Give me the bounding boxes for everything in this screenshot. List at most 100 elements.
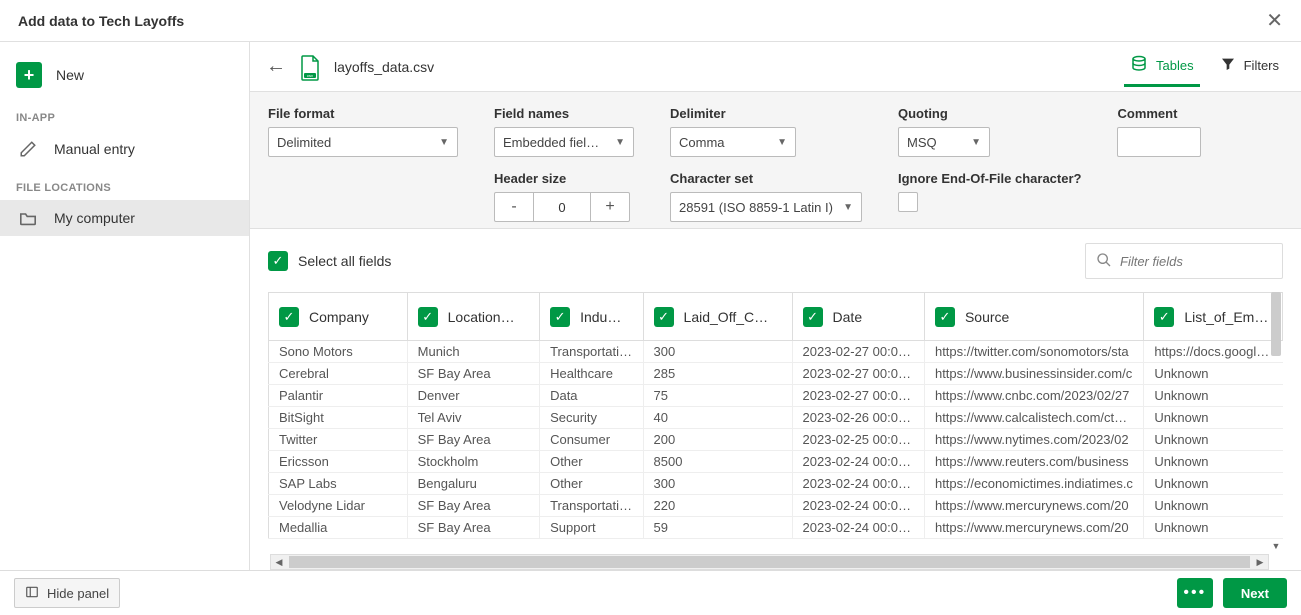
checkbox-checked-icon: ✓ (935, 307, 955, 327)
eof-label: Ignore End-Of-File character? (898, 171, 1081, 186)
table-cell: Unknown (1144, 363, 1283, 385)
table-cell: Unknown (1144, 385, 1283, 407)
chevron-down-icon: ▼ (971, 137, 981, 148)
checkbox-checked-icon: ✓ (654, 307, 674, 327)
table-cell: 300 (643, 473, 792, 495)
filename-label: layoffs_data.csv (334, 59, 434, 75)
table-cell: Unknown (1144, 495, 1283, 517)
svg-text:csv: csv (307, 73, 313, 78)
column-header[interactable]: ✓Date (792, 293, 924, 341)
sidebar-item-label: Manual entry (54, 141, 135, 157)
column-header[interactable]: ✓Location… (407, 293, 539, 341)
chevron-down-icon: ▼ (843, 202, 853, 213)
table-cell: SF Bay Area (407, 517, 539, 539)
table-cell: Velodyne Lidar (269, 495, 408, 517)
tab-tables[interactable]: Tables (1124, 47, 1200, 86)
table-cell: 2023-02-26 00:00:00 (792, 407, 924, 429)
column-header[interactable]: ✓Source (924, 293, 1143, 341)
chevron-down-icon: ▼ (439, 137, 449, 148)
table-row: Sono MotorsMunichTransportation3002023-0… (269, 341, 1283, 363)
column-header[interactable]: ✓Company (269, 293, 408, 341)
table-cell: SF Bay Area (407, 429, 539, 451)
column-header[interactable]: ✓ Laid_Off_C… (643, 293, 792, 341)
table-cell: https://www.cnbc.com/2023/02/27 (924, 385, 1143, 407)
vertical-scrollbar[interactable] (1271, 292, 1281, 356)
table-cell: 2023-02-24 00:00:00 (792, 451, 924, 473)
quoting-value: MSQ (907, 135, 937, 150)
table-cell: Transportation (540, 341, 643, 363)
table-cell: 59 (643, 517, 792, 539)
table-cell: Bengaluru (407, 473, 539, 495)
table-cell: https://twitter.com/sonomotors/sta (924, 341, 1143, 363)
table-cell: Tel Aviv (407, 407, 539, 429)
column-label: Laid_Off_C… (684, 309, 769, 325)
table-cell: SF Bay Area (407, 495, 539, 517)
column-header[interactable]: ✓ List_of_Employ (1144, 293, 1283, 341)
chevron-down-icon: ▼ (777, 137, 787, 148)
table-cell: Cerebral (269, 363, 408, 385)
checkbox-checked-icon: ✓ (1154, 307, 1174, 327)
section-inapp-label: IN-APP (0, 98, 249, 130)
tab-filters[interactable]: Filters (1214, 48, 1285, 85)
table-cell: SAP Labs (269, 473, 408, 495)
table-row: SAP LabsBengaluruOther3002023-02-24 00:0… (269, 473, 1283, 495)
column-label: List_of_Employ (1184, 309, 1272, 325)
table-cell: Sono Motors (269, 341, 408, 363)
table-cell: Data (540, 385, 643, 407)
table-row: Velodyne LidarSF Bay AreaTransportation2… (269, 495, 1283, 517)
file-csv-icon: csv (300, 55, 320, 79)
next-button[interactable]: Next (1223, 578, 1287, 608)
more-options-button[interactable]: ••• (1177, 578, 1213, 608)
new-button[interactable]: + New (0, 52, 249, 98)
quoting-select[interactable]: MSQ ▼ (898, 127, 990, 157)
table-cell: 2023-02-24 00:00:00 (792, 495, 924, 517)
file-format-label: File format (268, 106, 458, 121)
table-cell: Medallia (269, 517, 408, 539)
filter-fields-input[interactable] (1085, 243, 1283, 279)
filter-input[interactable] (1120, 254, 1298, 269)
back-arrow-icon[interactable]: ← (266, 55, 286, 78)
table-cell: BitSight (269, 407, 408, 429)
section-file-label: FILE LOCATIONS (0, 168, 249, 200)
sidebar-item-my-computer[interactable]: My computer (0, 200, 249, 236)
table-cell: 40 (643, 407, 792, 429)
table-cell: 2023-02-24 00:00:00 (792, 517, 924, 539)
table-cell: Denver (407, 385, 539, 407)
horizontal-scrollbar[interactable]: ◀ ▶ (270, 554, 1269, 570)
select-all-fields[interactable]: ✓ Select all fields (268, 251, 391, 271)
header-size-stepper[interactable]: - 0 + (494, 192, 634, 222)
file-format-select[interactable]: Delimited ▼ (268, 127, 458, 157)
filter-icon (1220, 56, 1236, 75)
table-cell: Healthcare (540, 363, 643, 385)
table-cell: Unknown (1144, 407, 1283, 429)
scroll-right-arrow-icon[interactable]: ▶ (1252, 555, 1268, 569)
table-cell: 285 (643, 363, 792, 385)
close-icon[interactable]: ✕ (1266, 8, 1283, 33)
horizontal-scroll-thumb[interactable] (289, 556, 1250, 568)
scroll-left-arrow-icon[interactable]: ◀ (271, 555, 287, 569)
sidebar-item-manual-entry[interactable]: Manual entry (0, 130, 249, 168)
field-names-select[interactable]: Embedded fiel… ▼ (494, 127, 634, 157)
table-row: EricssonStockholmOther85002023-02-24 00:… (269, 451, 1283, 473)
table-cell: 2023-02-24 00:00:00 (792, 473, 924, 495)
table-row: BitSightTel AvivSecurity402023-02-26 00:… (269, 407, 1283, 429)
database-icon (1130, 55, 1148, 76)
charset-value: 28591 (ISO 8859-1 Latin I) (679, 200, 833, 215)
plus-icon: + (16, 62, 42, 88)
hide-panel-button[interactable]: Hide panel (14, 578, 120, 608)
quoting-label: Quoting (898, 106, 1081, 121)
column-header[interactable]: ✓Indu… (540, 293, 643, 341)
table-cell: https://docs.google.c (1144, 341, 1283, 363)
tab-label: Tables (1156, 58, 1194, 73)
delimiter-select[interactable]: Comma ▼ (670, 127, 796, 157)
select-all-label: Select all fields (298, 253, 391, 269)
comment-input[interactable] (1117, 127, 1201, 157)
scroll-down-arrow-icon[interactable]: ▼ (1271, 540, 1281, 552)
table-cell: 2023-02-27 00:00:00 (792, 363, 924, 385)
table-cell: Other (540, 473, 643, 495)
table-cell: https://economictimes.indiatimes.c (924, 473, 1143, 495)
stepper-increment[interactable]: + (590, 192, 630, 222)
eof-checkbox[interactable] (898, 192, 918, 212)
charset-select[interactable]: 28591 (ISO 8859-1 Latin I) ▼ (670, 192, 862, 222)
stepper-decrement[interactable]: - (494, 192, 534, 222)
